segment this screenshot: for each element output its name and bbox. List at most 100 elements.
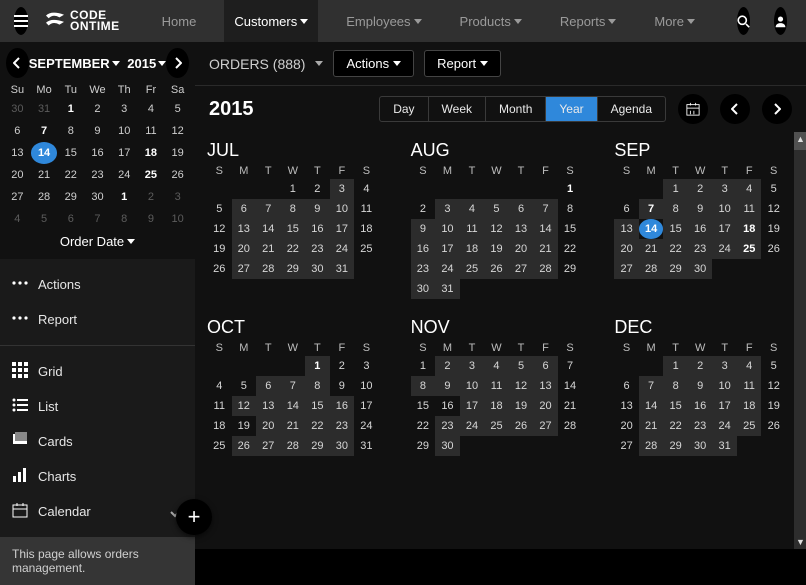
- day[interactable]: 16: [688, 396, 713, 416]
- day[interactable]: 20: [509, 239, 534, 259]
- day[interactable]: 26: [207, 259, 232, 279]
- calendar-day[interactable]: 7: [84, 208, 111, 230]
- day[interactable]: 12: [509, 376, 534, 396]
- day[interactable]: 23: [305, 239, 330, 259]
- day[interactable]: 10: [712, 199, 737, 219]
- calendar-day[interactable]: 13: [4, 142, 31, 164]
- day[interactable]: 29: [305, 436, 330, 456]
- calendar-day[interactable]: 22: [57, 164, 84, 186]
- nav-item-reports[interactable]: Reports: [550, 0, 627, 42]
- calendar-day[interactable]: 3: [111, 98, 138, 120]
- day[interactable]: 30: [411, 279, 436, 299]
- day[interactable]: 21: [281, 416, 306, 436]
- day[interactable]: 18: [460, 239, 485, 259]
- day[interactable]: 13: [614, 219, 639, 239]
- day[interactable]: 27: [256, 436, 281, 456]
- today-button[interactable]: [678, 94, 708, 124]
- day[interactable]: 12: [232, 396, 257, 416]
- day[interactable]: 24: [435, 259, 460, 279]
- scrollbar[interactable]: ▲▼: [794, 132, 806, 549]
- calendar-day[interactable]: 9: [138, 208, 165, 230]
- calendar-day[interactable]: 1: [111, 186, 138, 208]
- day[interactable]: 15: [305, 396, 330, 416]
- day[interactable]: 16: [435, 396, 460, 416]
- day[interactable]: 7: [558, 356, 583, 376]
- day[interactable]: 3: [330, 179, 355, 199]
- calendar-day[interactable]: 26: [164, 164, 191, 186]
- day[interactable]: 27: [533, 416, 558, 436]
- day[interactable]: 18: [737, 396, 762, 416]
- day[interactable]: 18: [354, 219, 379, 239]
- day[interactable]: 9: [688, 376, 713, 396]
- day[interactable]: 16: [688, 219, 713, 239]
- day[interactable]: 28: [281, 436, 306, 456]
- day[interactable]: 20: [614, 416, 639, 436]
- calendar-day[interactable]: 6: [57, 208, 84, 230]
- day[interactable]: 6: [614, 376, 639, 396]
- day[interactable]: 17: [354, 396, 379, 416]
- day[interactable]: 4: [484, 356, 509, 376]
- day[interactable]: 29: [663, 436, 688, 456]
- sidebar-item-actions[interactable]: Actions: [0, 267, 195, 302]
- calendar-day[interactable]: 17: [111, 142, 138, 164]
- calendar-day[interactable]: 5: [31, 208, 58, 230]
- day[interactable]: 24: [712, 416, 737, 436]
- day[interactable]: 2: [688, 179, 713, 199]
- add-button[interactable]: +: [176, 499, 212, 535]
- day[interactable]: 14: [533, 219, 558, 239]
- day[interactable]: 24: [712, 239, 737, 259]
- day[interactable]: 17: [460, 396, 485, 416]
- day[interactable]: 13: [533, 376, 558, 396]
- calendar-day[interactable]: 3: [164, 186, 191, 208]
- calendar-day[interactable]: 25: [138, 164, 165, 186]
- day[interactable]: 25: [737, 416, 762, 436]
- day[interactable]: 23: [330, 416, 355, 436]
- day[interactable]: 7: [256, 199, 281, 219]
- day[interactable]: 31: [435, 279, 460, 299]
- day[interactable]: 20: [256, 416, 281, 436]
- calendar-day[interactable]: 30: [84, 186, 111, 208]
- calendar-day[interactable]: 16: [84, 142, 111, 164]
- day[interactable]: 11: [737, 199, 762, 219]
- day[interactable]: 12: [761, 376, 786, 396]
- day[interactable]: 7: [639, 199, 664, 219]
- day[interactable]: 10: [330, 199, 355, 219]
- search-button[interactable]: [737, 7, 750, 35]
- day[interactable]: 26: [232, 436, 257, 456]
- day[interactable]: 2: [305, 179, 330, 199]
- day[interactable]: 26: [484, 259, 509, 279]
- day[interactable]: 15: [411, 396, 436, 416]
- day[interactable]: 7: [281, 376, 306, 396]
- day[interactable]: 21: [558, 396, 583, 416]
- day[interactable]: 12: [761, 199, 786, 219]
- next-year-button[interactable]: [762, 94, 792, 124]
- day[interactable]: 25: [207, 436, 232, 456]
- day[interactable]: 23: [688, 416, 713, 436]
- nav-item-products[interactable]: Products: [450, 0, 532, 42]
- view-month[interactable]: Month: [486, 97, 546, 121]
- day[interactable]: 27: [614, 436, 639, 456]
- day[interactable]: 30: [330, 436, 355, 456]
- day[interactable]: 30: [305, 259, 330, 279]
- day[interactable]: 2: [688, 356, 713, 376]
- day[interactable]: 1: [281, 179, 306, 199]
- day[interactable]: 9: [435, 376, 460, 396]
- day[interactable]: 5: [207, 199, 232, 219]
- view-week[interactable]: Week: [429, 97, 486, 121]
- day[interactable]: 25: [737, 239, 762, 259]
- day[interactable]: 1: [305, 356, 330, 376]
- day[interactable]: 1: [558, 179, 583, 199]
- day[interactable]: 21: [533, 239, 558, 259]
- day[interactable]: 14: [639, 219, 664, 239]
- nav-item-home[interactable]: Home: [152, 0, 207, 42]
- view-year[interactable]: Year: [546, 97, 597, 121]
- day[interactable]: 8: [305, 376, 330, 396]
- sidebar-item-calendar[interactable]: Calendar: [0, 494, 195, 529]
- day[interactable]: 22: [558, 239, 583, 259]
- sidebar-item-charts[interactable]: Charts: [0, 459, 195, 494]
- day[interactable]: 12: [207, 219, 232, 239]
- day[interactable]: 19: [761, 219, 786, 239]
- day[interactable]: 29: [558, 259, 583, 279]
- day[interactable]: 9: [688, 199, 713, 219]
- day[interactable]: 2: [411, 199, 436, 219]
